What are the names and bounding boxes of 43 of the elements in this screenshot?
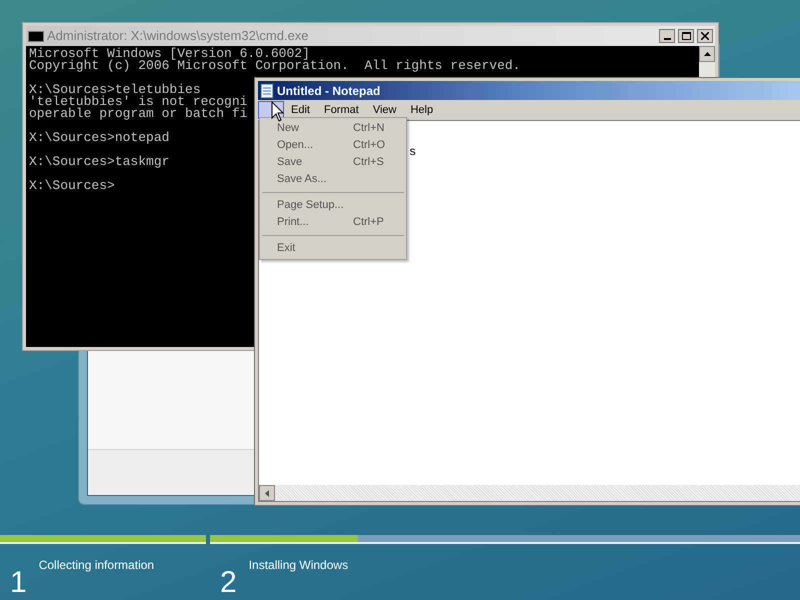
step-number: 1 [10, 565, 27, 598]
step-label: Collecting information [38, 557, 154, 574]
shortcut-label: Ctrl+S [353, 155, 384, 170]
mouse-cursor-icon [271, 101, 284, 122]
step-number: 2 [220, 565, 237, 598]
up-arrow-icon [704, 52, 710, 56]
menu-option[interactable]: Print... Ctrl+P [260, 214, 406, 231]
close-button[interactable] [697, 29, 713, 43]
menu-option[interactable]: Save Ctrl+S [260, 154, 406, 171]
console-line: 'teletubbies' is not recogni [29, 96, 248, 108]
window-title: Untitled - Notepad [277, 82, 380, 100]
console-line: X:\Sources>taskmgr [29, 156, 170, 168]
menu-option[interactable]: New Ctrl+N [260, 120, 406, 137]
menu-option[interactable]: Page Setup... [260, 197, 406, 214]
console-line: operable program or batch fi [29, 108, 248, 120]
console-line: Microsoft Windows [Version 6.0.6002] [29, 48, 310, 60]
menu-option[interactable]: Exit [260, 240, 406, 257]
console-line: X:\Sources> [29, 180, 115, 192]
console-line: X:\Sources>teletubbies [29, 84, 201, 96]
scroll-up-button[interactable] [699, 46, 715, 62]
menu-item[interactable]: Edit [284, 101, 317, 119]
cmd-icon [28, 30, 44, 42]
menu-item[interactable]: Format [316, 101, 366, 119]
step-label: Installing Windows [248, 557, 348, 574]
horizontal-scrollbar[interactable] [259, 485, 800, 501]
shortcut-label: Ctrl+P [353, 215, 384, 230]
left-arrow-icon [265, 490, 269, 496]
console-line: Copyright (c) 2006 Microsoft Corporation. All rights reserved. [29, 60, 520, 72]
console-line: X:\Sources>notepad [29, 132, 170, 144]
menu-item[interactable]: Help [403, 101, 440, 119]
shortcut-label: Ctrl+O [353, 138, 386, 154]
notepad-icon [260, 82, 274, 98]
document-text: s [409, 144, 416, 161]
scroll-left-button[interactable] [259, 485, 275, 501]
menu-item[interactable]: View [366, 101, 404, 119]
window-title: Administrator: X:\windows\system32\cmd.exe [47, 27, 309, 46]
menu-option[interactable]: Save As... [260, 171, 406, 188]
close-icon [701, 32, 709, 40]
menu-option[interactable]: Open... Ctrl+O [260, 137, 406, 154]
maximize-button[interactable] [678, 29, 694, 43]
minimize-button[interactable] [659, 29, 675, 43]
shortcut-label: Ctrl+N [353, 121, 384, 136]
vertical-scrollbar[interactable] [699, 46, 715, 78]
